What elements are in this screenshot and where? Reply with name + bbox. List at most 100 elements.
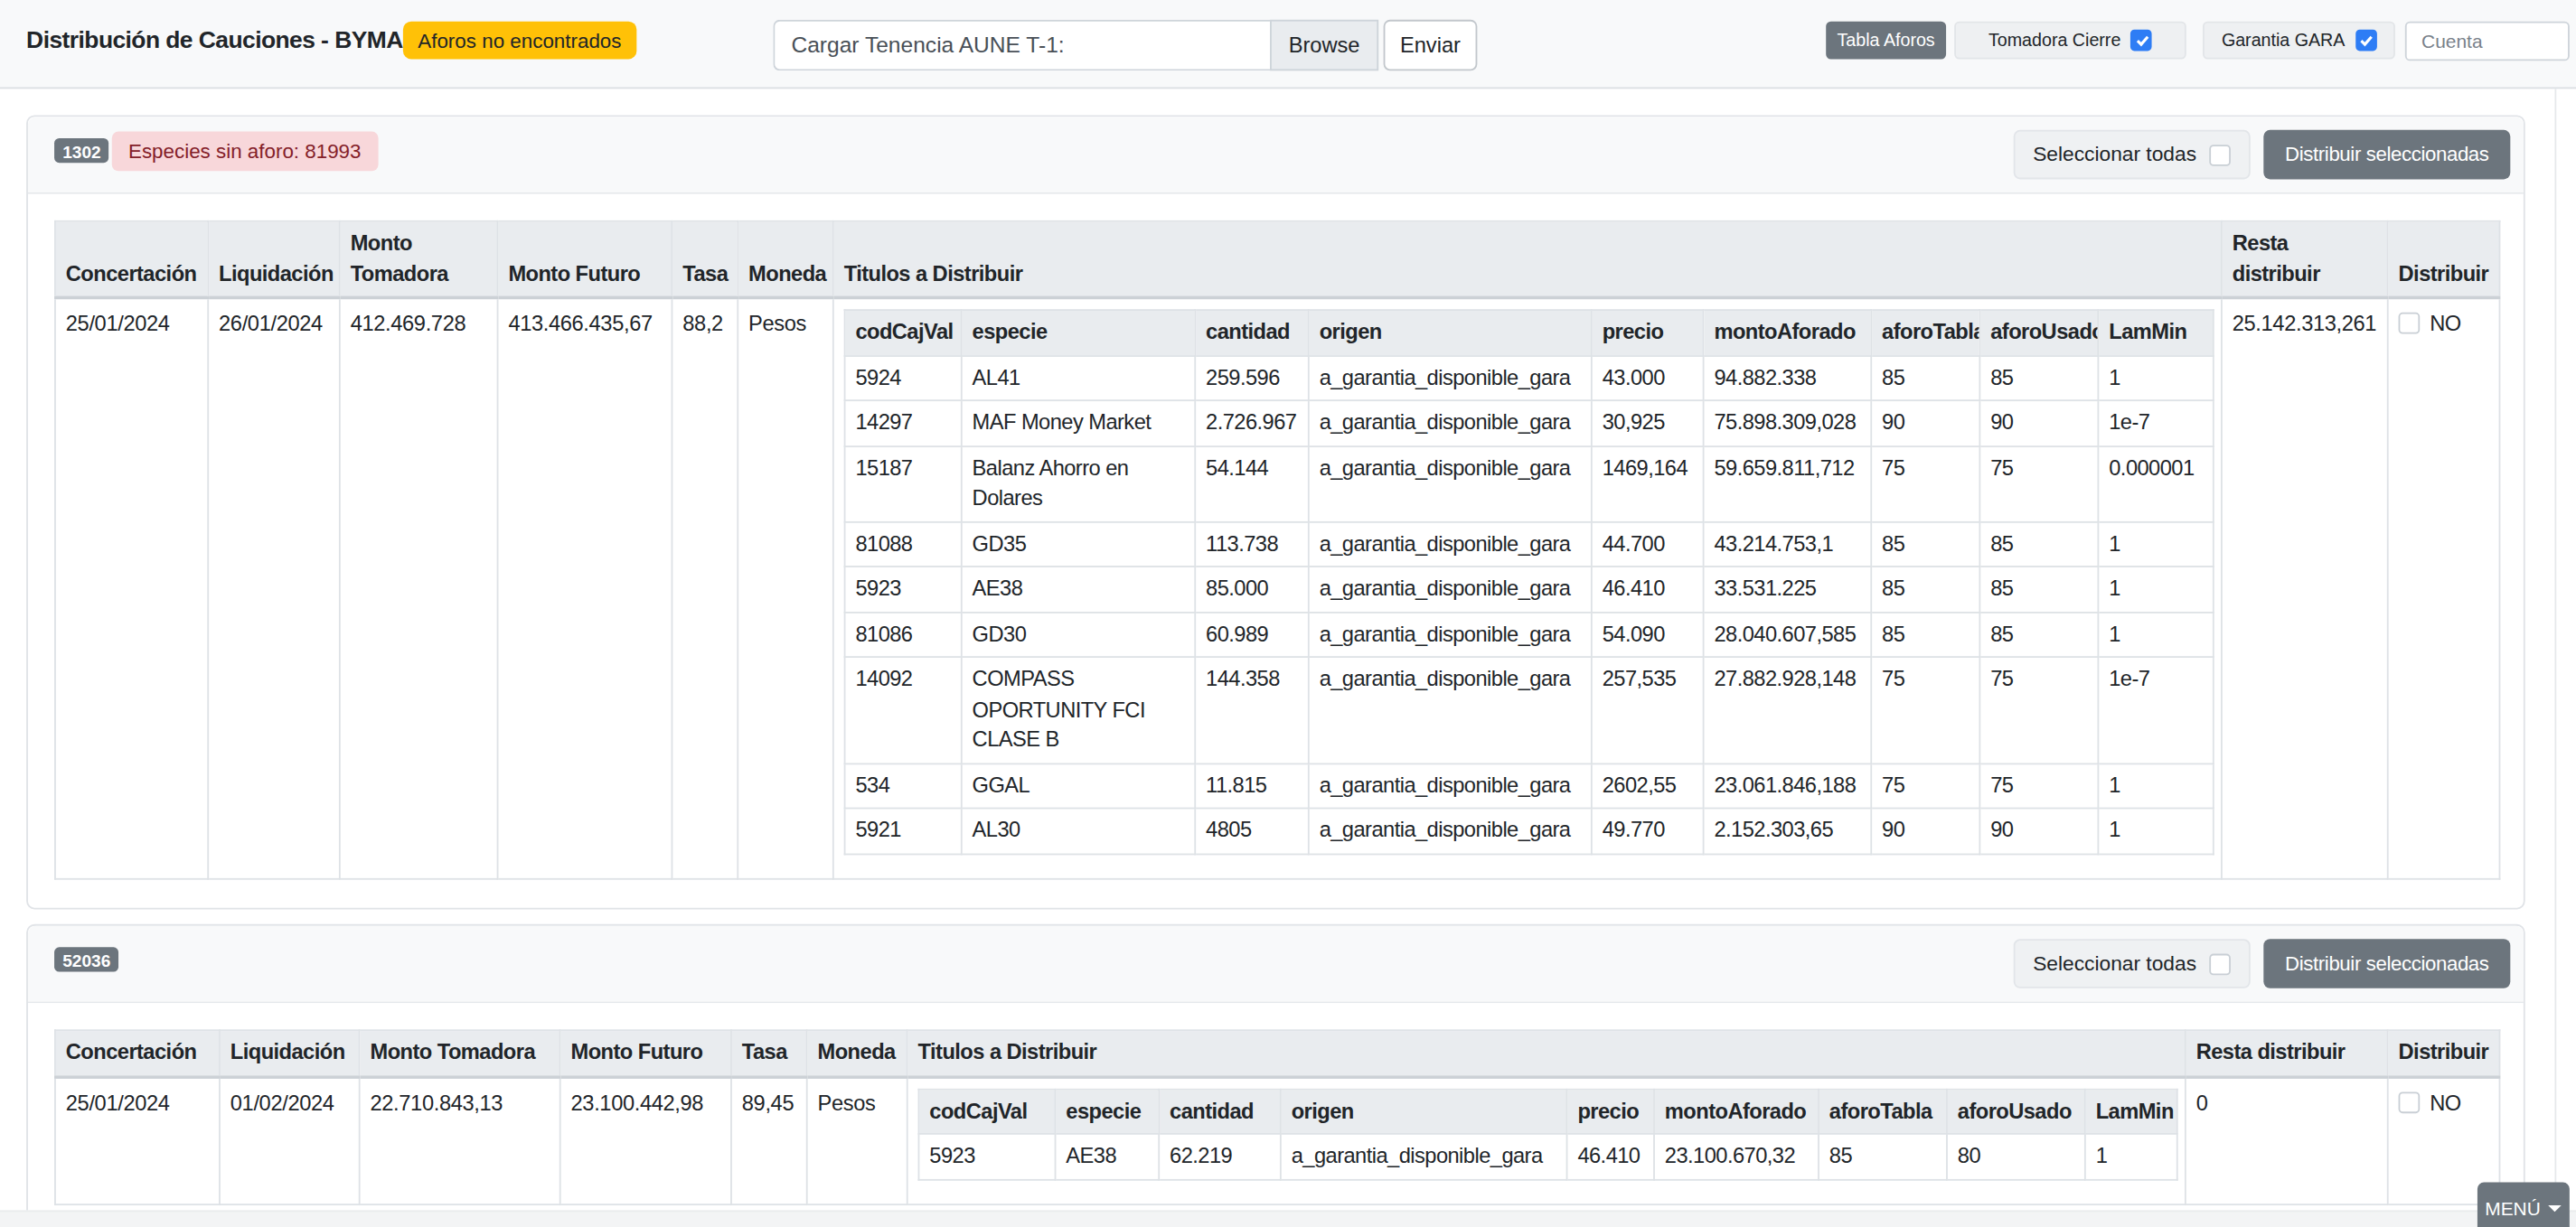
nested-cell: 49.770 xyxy=(1592,809,1704,854)
titulos-table: codCajVal especie cantidad origen precio… xyxy=(844,309,2214,854)
nested-row: 14092COMPASS OPORTUNITY FCI CLASE B144.3… xyxy=(845,657,2214,763)
nested-cell: 0.000001 xyxy=(2098,445,2213,521)
enviar-button[interactable]: Enviar xyxy=(1384,20,1478,70)
file-input[interactable]: Cargar Tenencia AUNE T-1: xyxy=(773,20,1270,70)
garantia-gara-toggle[interactable]: Garantia GARA xyxy=(2203,21,2395,59)
nested-cell: 90 xyxy=(1979,809,2098,854)
nested-cell: 75 xyxy=(1871,445,1979,521)
distribuir-checkbox[interactable] xyxy=(2399,313,2421,334)
nested-row: 15187Balanz Ahorro en Dolares54.144a_gar… xyxy=(845,445,2214,521)
cell-titulos: codCajVal especie cantidad origen precio… xyxy=(907,1076,2186,1204)
nested-cell: AE38 xyxy=(1056,1134,1160,1179)
nested-cell: a_garantia_disponible_gara xyxy=(1309,567,1592,612)
nested-cell: 75 xyxy=(1871,763,1979,808)
count-badge: 52036 xyxy=(54,947,118,971)
nested-cell: 257,535 xyxy=(1592,657,1704,763)
cell-tasa: 88,2 xyxy=(672,297,738,877)
nested-cell: 85 xyxy=(1979,612,2098,657)
aforos-warning-badge: Aforos no encontrados xyxy=(403,22,636,60)
nested-cell: 85 xyxy=(1979,355,2098,400)
nested-cell: 94.882.338 xyxy=(1704,355,1872,400)
section-1-body: Concertación Liquidación Monto Tomadora … xyxy=(28,194,2524,905)
nested-cell: 15187 xyxy=(845,445,962,521)
col-concertacion: Concertación xyxy=(55,1030,220,1076)
browse-button[interactable]: Browse xyxy=(1270,20,1378,70)
menu-button[interactable]: MENÚ xyxy=(2477,1183,2570,1227)
seleccionar-todas-button[interactable]: Seleccionar todas xyxy=(2014,130,2251,180)
nested-cell: 1 xyxy=(2098,355,2213,400)
cell-concertacion: 25/01/2024 xyxy=(55,297,208,877)
titulos-table: codCajVal especie cantidad origen precio… xyxy=(918,1088,2178,1180)
nested-cell: AL30 xyxy=(962,809,1195,854)
table-header-row: Concertación Liquidación Monto Tomadora … xyxy=(55,1030,2500,1076)
nested-cell: 2.152.303,65 xyxy=(1704,809,1872,854)
nested-cell: 46.410 xyxy=(1567,1134,1654,1179)
nested-cell: COMPASS OPORTUNITY FCI CLASE B xyxy=(962,657,1195,763)
nested-cell: Balanz Ahorro en Dolares xyxy=(962,445,1195,521)
seleccionar-todas-checkbox[interactable] xyxy=(2210,144,2232,165)
distribuir-seleccionadas-button[interactable]: Distribuir seleccionadas xyxy=(2263,939,2510,988)
nested-cell: 75.898.309,028 xyxy=(1704,400,1872,445)
nested-cell: 259.596 xyxy=(1195,355,1309,400)
nested-cell: 54.144 xyxy=(1195,445,1309,521)
nested-cell: 1e-7 xyxy=(2098,657,2213,763)
cell-distribuir: NO xyxy=(2388,297,2500,877)
nested-cell: 90 xyxy=(1979,400,2098,445)
nested-row: 14297MAF Money Market2.726.967a_garantia… xyxy=(845,400,2214,445)
nested-row: 5924AL41259.596a_garantia_disponible_gar… xyxy=(845,355,2214,400)
nested-cell: a_garantia_disponible_gara xyxy=(1309,809,1592,854)
ncol-origen: origen xyxy=(1281,1089,1567,1134)
nested-row: 5923AE3862.219a_garantia_disponible_gara… xyxy=(918,1134,2176,1179)
cell-moneda: Pesos xyxy=(807,1076,907,1204)
cell-tasa: 89,45 xyxy=(731,1076,807,1204)
nested-cell: 62.219 xyxy=(1159,1134,1281,1179)
garantia-gara-checkbox[interactable] xyxy=(2355,29,2376,51)
cell-liquidacion: 01/02/2024 xyxy=(220,1076,360,1204)
nested-cell: 534 xyxy=(845,763,962,808)
nested-cell: 2.726.967 xyxy=(1195,400,1309,445)
viewport: Distribución de Cauciones - BYMA Aforos … xyxy=(0,0,2576,1227)
nested-cell: 5923 xyxy=(845,567,962,612)
cell-resta: 25.142.313,261 xyxy=(2222,297,2388,877)
distribuir-seleccionadas-button[interactable]: Distribuir seleccionadas xyxy=(2263,130,2510,180)
ncol-precio: precio xyxy=(1592,310,1704,355)
tomadora-cierre-checkbox[interactable] xyxy=(2130,29,2152,51)
nested-cell: 1e-7 xyxy=(2098,400,2213,445)
nested-cell: 23.061.846,188 xyxy=(1704,763,1872,808)
nested-row: 81086GD3060.989a_garantia_disponible_gar… xyxy=(845,612,2214,657)
col-resta: Resta distribuir xyxy=(2186,1030,2388,1076)
ncol-aforousado: aforoUsado xyxy=(1947,1089,2085,1134)
caret-down-icon xyxy=(2549,1205,2562,1212)
nested-cell: 14092 xyxy=(845,657,962,763)
nested-cell: GD35 xyxy=(962,521,1195,567)
nested-cell: 75 xyxy=(1871,657,1979,763)
col-resta: Resta distribuir xyxy=(2222,221,2388,298)
cuenta-input[interactable]: Cuenta xyxy=(2405,22,2570,61)
nested-row: 5921AL304805a_garantia_disponible_gara49… xyxy=(845,809,2214,854)
nested-cell: a_garantia_disponible_gara xyxy=(1309,657,1592,763)
ncol-aforotabla: aforoTabla xyxy=(1871,310,1979,355)
col-liquidacion: Liquidación xyxy=(208,221,340,298)
distribuir-checkbox[interactable] xyxy=(2399,1091,2421,1113)
caucion-row: 25/01/2024 01/02/2024 22.710.843,13 23.1… xyxy=(55,1076,2500,1204)
nested-cell: 113.738 xyxy=(1195,521,1309,567)
nested-cell: 54.090 xyxy=(1592,612,1704,657)
nested-cell: 59.659.811,712 xyxy=(1704,445,1872,521)
nested-cell: 75 xyxy=(1979,657,2098,763)
scroll-divider xyxy=(2554,89,2556,1227)
nested-cell: a_garantia_disponible_gara xyxy=(1309,521,1592,567)
nested-cell: 85 xyxy=(1979,521,2098,567)
ncol-origen: origen xyxy=(1309,310,1592,355)
tabla-aforos-button[interactable]: Tabla Aforos xyxy=(1826,21,1946,59)
nested-cell: a_garantia_disponible_gara xyxy=(1309,612,1592,657)
nested-cell: 85 xyxy=(1819,1134,1947,1179)
nested-cell: a_garantia_disponible_gara xyxy=(1309,355,1592,400)
tomadora-cierre-toggle[interactable]: Tomadora Cierre xyxy=(1954,21,2186,59)
nested-cell: 30,925 xyxy=(1592,400,1704,445)
table-header-row: Concertación Liquidación Monto Tomadora … xyxy=(55,221,2500,298)
tomadora-cierre-label: Tomadora Cierre xyxy=(1988,30,2120,50)
seleccionar-todas-checkbox[interactable] xyxy=(2210,953,2232,975)
seleccionar-todas-button[interactable]: Seleccionar todas xyxy=(2014,939,2251,988)
cell-concertacion: 25/01/2024 xyxy=(55,1076,220,1204)
horizontal-scrollbar[interactable] xyxy=(0,1211,2576,1227)
